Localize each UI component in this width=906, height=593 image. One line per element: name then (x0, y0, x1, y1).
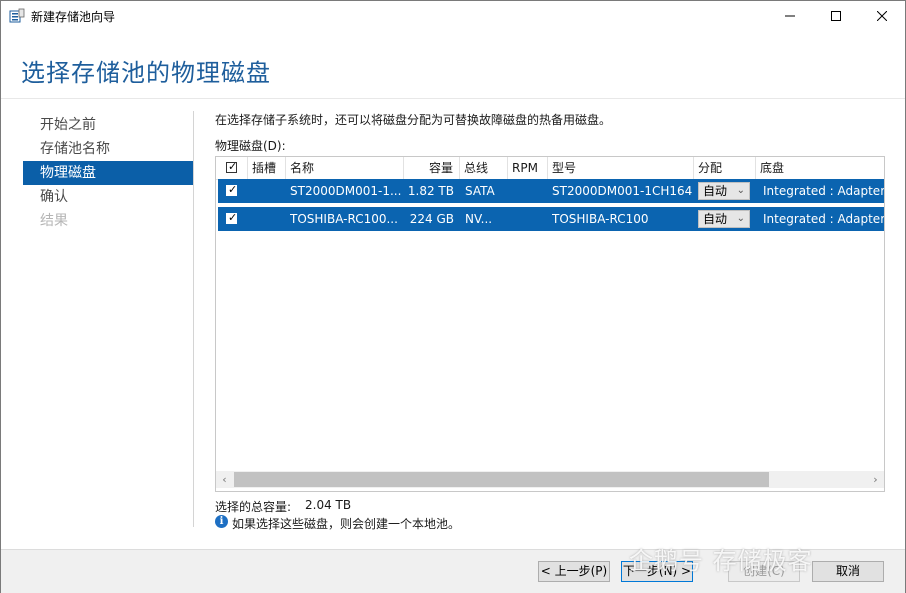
scrollbar-thumb[interactable] (234, 472, 769, 487)
chevron-down-icon: ⌄ (736, 213, 745, 224)
checkmark-icon: ✓ (228, 211, 238, 224)
column-header-capacity[interactable]: 容量 (404, 157, 460, 179)
server-manager-icon (9, 8, 25, 23)
column-header-bus[interactable]: 总线 (460, 157, 508, 179)
column-header-slot[interactable]: 插槽 (248, 157, 286, 179)
select-all-checkbox[interactable]: ✓ (226, 160, 238, 173)
allocation-dropdown[interactable]: 自动 ⌄ (698, 182, 750, 200)
scroll-right-icon[interactable]: › (867, 471, 884, 488)
cell-enclosure: Integrated : Adapter 0 (763, 184, 884, 198)
column-header-allocation[interactable]: 分配 (694, 157, 756, 179)
physical-disks-grid[interactable]: ✓ 插槽 名称 容量 总线 RPM 型号 分配 底盘 ✓ ST2000DM001… (215, 156, 885, 492)
cell-bus: NV... (465, 212, 493, 226)
cell-capacity: 1.82 TB (407, 184, 454, 198)
cell-rpm (512, 207, 548, 231)
physical-disks-label: 物理磁盘(D): (215, 139, 286, 153)
watermark: 企鹅号 存储极客 (629, 547, 813, 575)
row-checkbox[interactable]: ✓ (226, 183, 238, 196)
nav-item-results: 结果 (40, 213, 68, 229)
minimize-icon (785, 15, 795, 17)
close-button[interactable] (859, 1, 905, 31)
cancel-button[interactable]: 取消 (812, 561, 884, 582)
chevron-down-icon: ⌄ (736, 185, 745, 196)
info-message: 如果选择这些磁盘，则会创建一个本地池。 (232, 517, 461, 531)
allocation-value: 自动 (703, 184, 728, 198)
checkmark-icon: ✓ (228, 160, 238, 173)
cell-bus: SATA (465, 184, 495, 198)
nav-item-before-you-begin[interactable]: 开始之前 (23, 113, 193, 137)
wizard-nav: 开始之前 存储池名称 物理磁盘 确认 结果 (23, 113, 193, 233)
cell-name: TOSHIBA-RC100... (290, 212, 398, 226)
cell-rpm (512, 179, 548, 203)
page-title: 选择存储池的物理磁盘 (21, 59, 271, 87)
description-text: 在选择存储子系统时，还可以将磁盘分配为可替换故障磁盘的热备用磁盘。 (215, 113, 612, 127)
allocation-value: 自动 (703, 212, 728, 226)
nav-item-confirmation[interactable]: 确认 (23, 185, 193, 209)
row-checkbox[interactable]: ✓ (226, 211, 238, 224)
minimize-button[interactable] (767, 1, 813, 31)
cell-capacity: 224 GB (409, 212, 454, 226)
column-header-rpm[interactable]: RPM (508, 157, 548, 179)
horizontal-scrollbar[interactable]: ‹ › (216, 471, 884, 488)
cell-model: ST2000DM001-1CH164 (552, 184, 693, 198)
nav-item-physical-disks[interactable]: 物理磁盘 (23, 161, 193, 185)
checkmark-icon: ✓ (228, 183, 238, 196)
maximize-button[interactable] (813, 1, 859, 31)
scroll-left-icon[interactable]: ‹ (216, 471, 233, 488)
grid-header: ✓ 插槽 名称 容量 总线 RPM 型号 分配 底盘 (216, 157, 884, 180)
cell-name: ST2000DM001-1... (290, 184, 402, 198)
nav-item-pool-name[interactable]: 存储池名称 (23, 137, 193, 161)
cell-model: TOSHIBA-RC100 (552, 212, 649, 226)
header-divider (1, 98, 905, 99)
total-capacity-label: 选择的总容量: (215, 500, 292, 514)
table-row[interactable]: ✓ TOSHIBA-RC100... 224 GB NV... TOSHIBA-… (218, 207, 884, 231)
cell-enclosure: Integrated : Adapter 1 (763, 212, 884, 226)
window-title: 新建存储池向导 (31, 10, 116, 24)
nav-divider (193, 111, 194, 527)
select-all-column[interactable]: ✓ (216, 157, 248, 179)
back-button[interactable]: < 上一步(P) (538, 561, 610, 582)
maximize-icon (831, 11, 841, 21)
wizard-window: 新建存储池向导 选择存储池的物理磁盘 开始之前 存储池名称 物理磁盘 确认 结果… (0, 0, 906, 593)
column-header-model[interactable]: 型号 (548, 157, 694, 179)
info-icon: i (215, 515, 228, 528)
title-bar: 新建存储池向导 (1, 1, 905, 31)
allocation-dropdown[interactable]: 自动 ⌄ (698, 210, 750, 228)
column-header-enclosure[interactable]: 底盘 (756, 157, 884, 179)
total-capacity-value: 2.04 TB (305, 498, 352, 512)
column-header-name[interactable]: 名称 (286, 157, 404, 179)
close-icon (877, 11, 887, 21)
table-row[interactable]: ✓ ST2000DM001-1... 1.82 TB SATA ST2000DM… (218, 179, 884, 203)
